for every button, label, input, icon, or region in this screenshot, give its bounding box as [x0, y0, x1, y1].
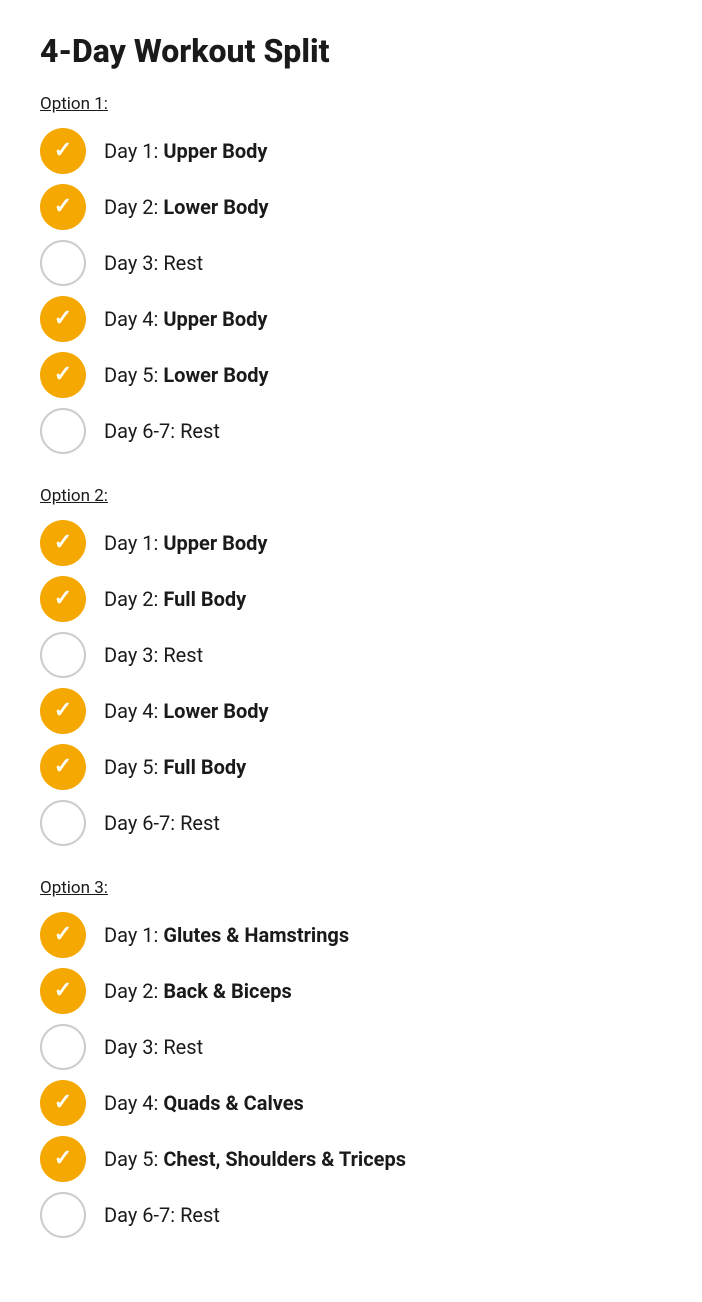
day-label: Day 5: Lower Body: [104, 363, 269, 387]
checked-circle-icon[interactable]: ✓: [40, 968, 86, 1014]
checkmark-icon: ✓: [54, 532, 72, 554]
checked-circle-icon[interactable]: ✓: [40, 912, 86, 958]
checkmark-icon: ✓: [54, 1148, 72, 1170]
day-label: Day 4: Quads & Calves: [104, 1091, 304, 1115]
checkmark-icon: ✓: [54, 196, 72, 218]
day-item: ✓ Day 4: Lower Body: [40, 688, 662, 734]
checked-circle-icon[interactable]: ✓: [40, 184, 86, 230]
day-label: Day 1: Glutes & Hamstrings: [104, 923, 349, 947]
day-label: Day 6-7: Rest: [104, 811, 220, 835]
day-label: Day 3: Rest: [104, 251, 203, 275]
day-label: Day 4: Lower Body: [104, 699, 269, 723]
checked-circle-icon[interactable]: ✓: [40, 688, 86, 734]
checked-circle-icon[interactable]: ✓: [40, 352, 86, 398]
day-label: Day 6-7: Rest: [104, 419, 220, 443]
day-item: ✓ Day 2: Lower Body: [40, 184, 662, 230]
day-item: Day 3: Rest: [40, 240, 662, 286]
day-item: ✓ Day 2: Back & Biceps: [40, 968, 662, 1014]
option-section-3: Option 3: ✓ Day 1: Glutes & Hamstrings ✓ Day…: [40, 878, 662, 1238]
checkmark-icon: ✓: [54, 924, 72, 946]
unchecked-circle-icon[interactable]: [40, 1024, 86, 1070]
day-label: Day 2: Lower Body: [104, 195, 269, 219]
checked-circle-icon[interactable]: ✓: [40, 1136, 86, 1182]
option-label-3: Option 3:: [40, 878, 662, 898]
unchecked-circle-icon[interactable]: [40, 408, 86, 454]
day-bold-label: Lower Body: [163, 195, 268, 219]
day-item: ✓ Day 4: Upper Body: [40, 296, 662, 342]
day-bold-label: Upper Body: [163, 531, 267, 555]
unchecked-circle-icon[interactable]: [40, 1192, 86, 1238]
option-label-2: Option 2:: [40, 486, 662, 506]
day-item: ✓ Day 5: Lower Body: [40, 352, 662, 398]
day-bold-label: Quads & Calves: [163, 1091, 303, 1115]
day-bold-label: Upper Body: [163, 139, 267, 163]
checkmark-icon: ✓: [54, 700, 72, 722]
day-label: Day 5: Chest, Shoulders & Triceps: [104, 1147, 406, 1171]
day-label: Day 2: Back & Biceps: [104, 979, 292, 1003]
day-label: Day 4: Upper Body: [104, 307, 268, 331]
day-bold-label: Full Body: [163, 587, 246, 611]
checkmark-icon: ✓: [54, 364, 72, 386]
checkmark-icon: ✓: [54, 140, 72, 162]
day-bold-label: Back & Biceps: [163, 979, 291, 1003]
day-label: Day 1: Upper Body: [104, 531, 268, 555]
checkmark-icon: ✓: [54, 308, 72, 330]
unchecked-circle-icon[interactable]: [40, 800, 86, 846]
checked-circle-icon[interactable]: ✓: [40, 296, 86, 342]
day-label: Day 1: Upper Body: [104, 139, 268, 163]
day-item: Day 3: Rest: [40, 632, 662, 678]
unchecked-circle-icon[interactable]: [40, 240, 86, 286]
day-bold-label: Glutes & Hamstrings: [163, 923, 349, 947]
day-item: Day 6-7: Rest: [40, 1192, 662, 1238]
checkmark-icon: ✓: [54, 588, 72, 610]
unchecked-circle-icon[interactable]: [40, 632, 86, 678]
checked-circle-icon[interactable]: ✓: [40, 128, 86, 174]
day-item: ✓ Day 1: Upper Body: [40, 128, 662, 174]
day-label: Day 2: Full Body: [104, 587, 246, 611]
checked-circle-icon[interactable]: ✓: [40, 576, 86, 622]
day-label: Day 5: Full Body: [104, 755, 246, 779]
day-label: Day 6-7: Rest: [104, 1203, 220, 1227]
day-item: ✓ Day 4: Quads & Calves: [40, 1080, 662, 1126]
checkmark-icon: ✓: [54, 1092, 72, 1114]
option-label-1: Option 1:: [40, 94, 662, 114]
day-bold-label: Lower Body: [163, 363, 268, 387]
day-item: Day 6-7: Rest: [40, 408, 662, 454]
option-section-2: Option 2: ✓ Day 1: Upper Body ✓ Day 2: Full …: [40, 486, 662, 846]
day-bold-label: Full Body: [163, 755, 246, 779]
day-item: ✓ Day 5: Full Body: [40, 744, 662, 790]
checked-circle-icon[interactable]: ✓: [40, 744, 86, 790]
checked-circle-icon[interactable]: ✓: [40, 520, 86, 566]
day-item: ✓ Day 5: Chest, Shoulders & Triceps: [40, 1136, 662, 1182]
checked-circle-icon[interactable]: ✓: [40, 1080, 86, 1126]
day-item: ✓ Day 1: Glutes & Hamstrings: [40, 912, 662, 958]
day-item: Day 6-7: Rest: [40, 800, 662, 846]
day-label: Day 3: Rest: [104, 643, 203, 667]
day-item: ✓ Day 1: Upper Body: [40, 520, 662, 566]
day-label: Day 3: Rest: [104, 1035, 203, 1059]
checkmark-icon: ✓: [54, 756, 72, 778]
checkmark-icon: ✓: [54, 980, 72, 1002]
day-bold-label: Chest, Shoulders & Triceps: [163, 1147, 406, 1171]
page-title: 4-Day Workout Split: [40, 32, 662, 70]
day-item: ✓ Day 2: Full Body: [40, 576, 662, 622]
day-bold-label: Upper Body: [163, 307, 267, 331]
option-section-1: Option 1: ✓ Day 1: Upper Body ✓ Day 2: Lower…: [40, 94, 662, 454]
day-item: Day 3: Rest: [40, 1024, 662, 1070]
day-bold-label: Lower Body: [163, 699, 268, 723]
